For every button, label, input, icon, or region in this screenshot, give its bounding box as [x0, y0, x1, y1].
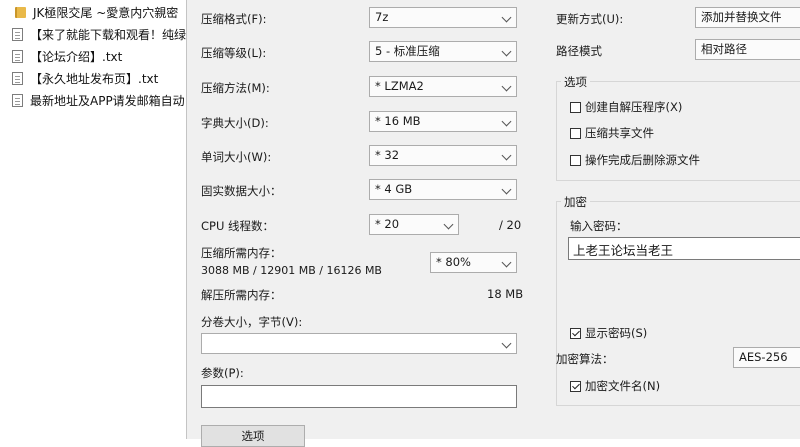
- chevron-down-icon: [501, 46, 512, 57]
- path-value: 相对路径: [701, 42, 747, 56]
- chevron-down-icon: [501, 257, 512, 268]
- list-item[interactable]: JK極限交尾 ~愛意内穴親密: [12, 2, 186, 22]
- chevron-down-icon: [501, 116, 512, 127]
- decomp-label: 解压所需内存：: [201, 288, 282, 302]
- text-file-icon: [12, 27, 23, 41]
- list-item[interactable]: 【永久地址发布页】.txt: [12, 68, 186, 88]
- file-name: 【论坛介绍】.txt: [30, 49, 123, 64]
- format-select[interactable]: 7z: [369, 7, 517, 28]
- chevron-down-icon: [443, 219, 454, 230]
- word-select[interactable]: * 32: [369, 145, 517, 166]
- text-file-icon: [12, 93, 23, 107]
- encryption-group-title: 加密: [561, 194, 590, 210]
- dict-value: * 16 MB: [375, 114, 421, 128]
- options-button[interactable]: 选项: [201, 425, 305, 447]
- chevron-down-icon: [501, 150, 512, 161]
- checkbox-checked-icon: [570, 327, 581, 339]
- file-name: 【永久地址发布页】.txt: [30, 71, 159, 86]
- encrypt-names-label: 加密文件名(N): [585, 379, 661, 393]
- sfx-label: 创建自解压程序(X): [585, 100, 683, 114]
- mem-value: * 80%: [436, 255, 471, 269]
- text-file-icon: [12, 71, 23, 85]
- method-label: 压缩方法(M):: [201, 81, 270, 95]
- format-value: 7z: [375, 10, 389, 24]
- list-item[interactable]: 最新地址及APP请发邮箱自动: [12, 90, 186, 110]
- password-input[interactable]: 上老王论坛当老王: [568, 237, 800, 260]
- list-item[interactable]: 【论坛介绍】.txt: [12, 46, 186, 66]
- volume-input[interactable]: [201, 333, 517, 354]
- text-file-icon: [12, 49, 23, 63]
- password-value: 上老王论坛当老王: [573, 243, 674, 258]
- level-label: 压缩等级(L):: [201, 46, 267, 60]
- params-input[interactable]: [201, 385, 517, 408]
- file-name: JK極限交尾 ~愛意内穴親密: [33, 5, 179, 20]
- password-label: 输入密码：: [570, 219, 628, 233]
- file-list: JK極限交尾 ~愛意内穴親密 【来了就能下载和观看！纯绿 【论坛介绍】.txt …: [0, 0, 186, 439]
- add-to-archive-dialog: 压缩格式(F): 7z 压缩等级(L): 5 - 标准压缩 压缩方法(M): *…: [186, 0, 800, 447]
- mem-detail: 3088 MB / 12901 MB / 16126 MB: [201, 264, 382, 277]
- show-password-label: 显示密码(S): [585, 326, 648, 340]
- show-password-checkbox[interactable]: 显示密码(S): [570, 325, 647, 341]
- solid-label: 固实数据大小：: [201, 184, 282, 198]
- file-name: 【来了就能下载和观看！纯绿: [30, 27, 186, 42]
- checkbox-icon: [570, 154, 581, 166]
- checkbox-checked-icon: [570, 380, 581, 392]
- volume-label: 分卷大小，字节(V):: [201, 315, 303, 329]
- delete-source-checkbox[interactable]: 操作完成后删除源文件: [570, 152, 700, 168]
- algo-select[interactable]: AES-256: [733, 347, 800, 368]
- decomp-value: 18 MB: [487, 287, 524, 301]
- format-label: 压缩格式(F):: [201, 12, 267, 26]
- solid-value: * 4 GB: [375, 182, 413, 196]
- path-label: 路径模式: [556, 44, 602, 58]
- update-label: 更新方式(U):: [556, 12, 624, 26]
- shared-files-checkbox[interactable]: 压缩共享文件: [570, 125, 654, 141]
- algo-value: AES-256: [739, 350, 788, 364]
- mem-select[interactable]: * 80%: [430, 252, 517, 273]
- chevron-down-icon: [501, 338, 512, 349]
- checkbox-icon: [570, 127, 581, 139]
- word-label: 单词大小(W):: [201, 150, 272, 164]
- update-select[interactable]: 添加并替换文件: [695, 7, 800, 28]
- update-value: 添加并替换文件: [701, 10, 782, 24]
- delete-source-label: 操作完成后删除源文件: [585, 153, 700, 167]
- level-select[interactable]: 5 - 标准压缩: [369, 41, 517, 62]
- params-label: 参数(P):: [201, 366, 244, 380]
- file-name: 最新地址及APP请发邮箱自动: [30, 93, 185, 108]
- cpu-select[interactable]: * 20: [369, 214, 459, 235]
- mem-label: 压缩所需内存：: [201, 246, 282, 260]
- method-value: * LZMA2: [375, 79, 424, 93]
- options-button-label: 选项: [241, 429, 265, 443]
- chevron-down-icon: [501, 184, 512, 195]
- checkbox-icon: [570, 101, 581, 113]
- method-select[interactable]: * LZMA2: [369, 76, 517, 97]
- cpu-max: / 20: [499, 218, 522, 232]
- chevron-down-icon: [501, 81, 512, 92]
- chevron-down-icon: [501, 12, 512, 23]
- list-item[interactable]: 【来了就能下载和观看！纯绿: [12, 24, 186, 44]
- algo-label: 加密算法：: [556, 352, 614, 366]
- solid-select[interactable]: * 4 GB: [369, 179, 517, 200]
- path-select[interactable]: 相对路径: [695, 39, 800, 60]
- cpu-value: * 20: [375, 217, 400, 231]
- shared-files-label: 压缩共享文件: [585, 126, 654, 140]
- cpu-label: CPU 线程数：: [201, 219, 275, 233]
- options-group-title: 选项: [561, 74, 590, 90]
- dict-label: 字典大小(D):: [201, 116, 269, 130]
- level-value: 5 - 标准压缩: [375, 44, 440, 58]
- sfx-checkbox[interactable]: 创建自解压程序(X): [570, 99, 682, 115]
- word-value: * 32: [375, 148, 400, 162]
- folder-icon: [15, 6, 26, 18]
- encrypt-names-checkbox[interactable]: 加密文件名(N): [570, 378, 660, 394]
- dict-select[interactable]: * 16 MB: [369, 111, 517, 132]
